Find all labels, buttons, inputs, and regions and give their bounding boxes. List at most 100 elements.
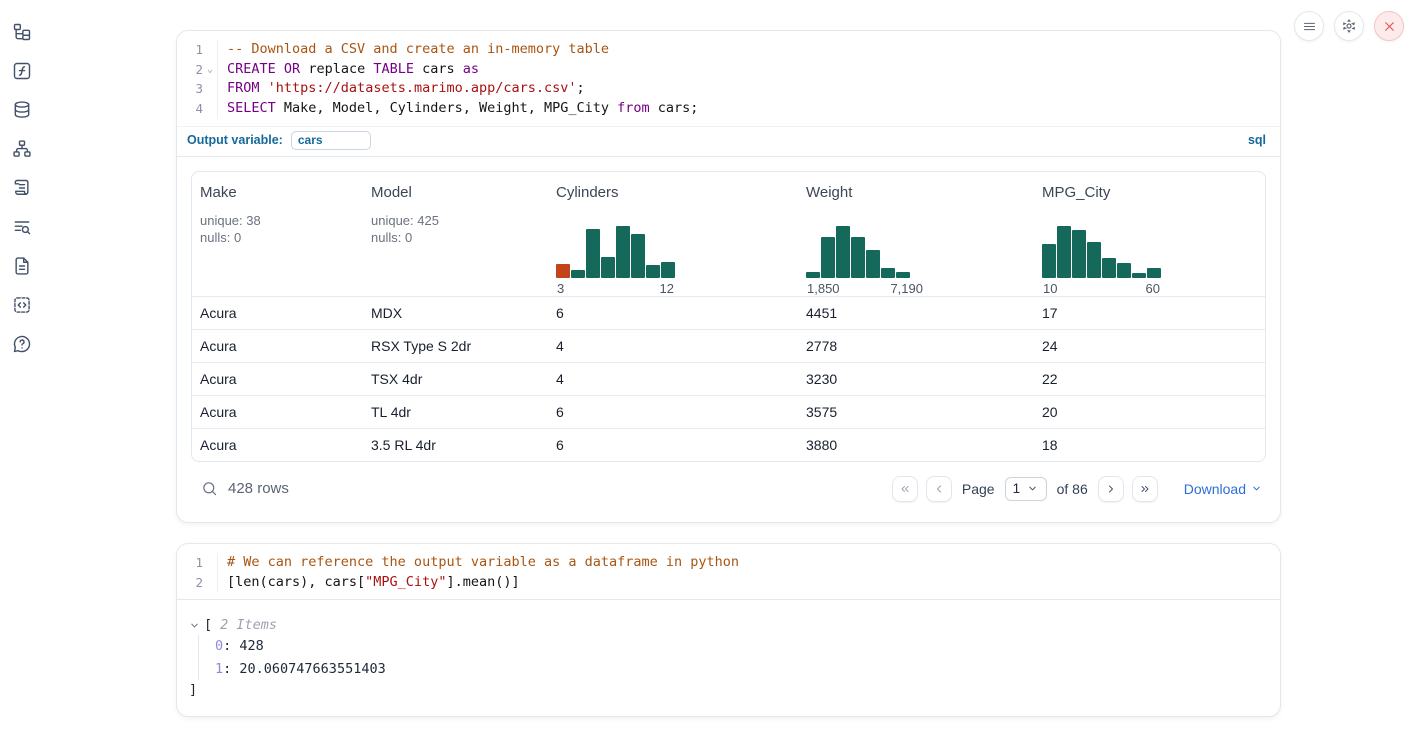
cylinders-histogram[interactable]: 3 12 — [556, 226, 790, 296]
histogram-bar — [1117, 263, 1131, 278]
table-cell: 6 — [548, 404, 798, 420]
shutdown-button[interactable] — [1374, 11, 1404, 41]
column-name: Make — [200, 184, 355, 201]
code-line[interactable]: 2[len(cars), cars["MPG_City"].mean()] — [177, 573, 1280, 593]
previous-page-button[interactable] — [926, 476, 952, 502]
table-cell: 3.5 RL 4dr — [363, 437, 548, 453]
gear-icon — [1341, 18, 1357, 34]
column-header-model[interactable]: Model unique: 425 nulls: 0 — [363, 184, 548, 296]
window-controls — [1294, 11, 1404, 41]
download-button[interactable]: Download — [1184, 481, 1262, 497]
table-cell: 18 — [1034, 437, 1265, 453]
null-count: nulls: 0 — [371, 229, 540, 246]
tree-separator: : — [223, 661, 239, 677]
tree-root[interactable]: [ 2 Items — [189, 615, 1264, 635]
table-row[interactable]: AcuraTSX 4dr4323022 — [192, 362, 1265, 395]
table-cell: MDX — [363, 305, 548, 321]
tree-entry: 1: 20.060747663551403 — [215, 658, 1264, 681]
sidebar-item-scratchpad[interactable] — [10, 176, 34, 200]
last-page-button[interactable] — [1132, 476, 1158, 502]
data-table: Make unique: 38 nulls: 0 Model unique: 4… — [191, 171, 1266, 462]
table-cell: Acura — [192, 338, 363, 354]
sidebar-item-logs[interactable] — [10, 215, 34, 239]
code-line[interactable]: 2⌄CREATE OR replace TABLE cars as — [177, 60, 1280, 80]
table-body: AcuraMDX6445117AcuraRSX Type S 2dr427782… — [192, 296, 1265, 461]
file-tree-icon — [12, 22, 32, 42]
sql-code-editor[interactable]: 1-- Download a CSV and create an in-memo… — [177, 31, 1280, 126]
output-variable-input[interactable] — [291, 131, 371, 150]
tree-entries: 0: 4281: 20.060747663551403 — [198, 635, 1264, 680]
histogram-bar — [1057, 226, 1071, 278]
tree-index: 1 — [215, 661, 223, 677]
column-name: Model — [371, 184, 540, 201]
page-select-value: 1 — [1013, 481, 1021, 496]
table-header: Make unique: 38 nulls: 0 Model unique: 4… — [192, 172, 1265, 296]
mpg-city-histogram[interactable]: 10 60 — [1042, 226, 1257, 296]
axis-max-label: 60 — [1146, 281, 1160, 296]
code-line[interactable]: 1-- Download a CSV and create an in-memo… — [177, 40, 1280, 60]
unique-count: unique: 38 — [200, 212, 355, 229]
settings-button[interactable] — [1334, 11, 1364, 41]
column-header-cylinders[interactable]: Cylinders 3 12 — [548, 184, 798, 296]
sidebar-item-data-sources[interactable] — [10, 98, 34, 122]
code-text: [len(cars), cars["MPG_City"].mean()] — [217, 573, 520, 593]
tree-index: 0 — [215, 638, 223, 654]
code-line[interactable]: 1# We can reference the output variable … — [177, 553, 1280, 573]
sidebar-item-snippets[interactable] — [10, 293, 34, 317]
code-text: CREATE OR replace TABLE cars as — [217, 60, 479, 80]
scroll-icon — [12, 178, 32, 198]
code-text: # We can reference the output variable a… — [217, 553, 739, 573]
column-header-make[interactable]: Make unique: 38 nulls: 0 — [192, 184, 363, 296]
table-cell: 4451 — [798, 305, 1034, 321]
token-comment: -- Download a CSV and create an in-memor… — [227, 41, 609, 57]
table-cell: 4 — [548, 371, 798, 387]
next-page-button[interactable] — [1098, 476, 1124, 502]
column-header-mpg-city[interactable]: MPG_City 10 60 — [1034, 184, 1265, 296]
chevron-left-icon — [933, 483, 945, 495]
first-page-button[interactable] — [892, 476, 918, 502]
table-cell: TL 4dr — [363, 404, 548, 420]
token-str: "MPG_City" — [365, 574, 446, 590]
token-kw: SELECT — [227, 100, 276, 116]
histogram-bar — [601, 257, 615, 278]
code-line[interactable]: 4SELECT Make, Model, Cylinders, Weight, … — [177, 99, 1280, 119]
page-select[interactable]: 1 — [1005, 477, 1047, 501]
chevron-down-icon — [1027, 483, 1038, 494]
database-icon — [12, 100, 32, 120]
token-plain: cars — [414, 61, 463, 77]
code-line[interactable]: 3FROM 'https://datasets.marimo.app/cars.… — [177, 79, 1280, 99]
token-kw: TABLE — [373, 61, 414, 77]
sidebar-item-file-explorer[interactable] — [10, 20, 34, 44]
row-count: 428 rows — [228, 480, 289, 497]
column-header-weight[interactable]: Weight 1,850 7,190 — [798, 184, 1034, 296]
sidebar-item-documentation[interactable] — [10, 254, 34, 278]
network-icon — [12, 139, 32, 159]
weight-histogram[interactable]: 1,850 7,190 — [806, 226, 1026, 296]
table-cell: 22 — [1034, 371, 1265, 387]
code-text: -- Download a CSV and create an in-memor… — [217, 40, 609, 60]
sidebar-item-help[interactable] — [10, 332, 34, 356]
code-text: SELECT Make, Model, Cylinders, Weight, M… — [217, 99, 698, 119]
tree-value: 20.060747663551403 — [239, 661, 385, 677]
table-row[interactable]: AcuraRSX Type S 2dr4277824 — [192, 329, 1265, 362]
python-cell: 1 # We can reference the output variable … — [176, 543, 1281, 717]
sidebar-item-dependency-graph[interactable] — [10, 137, 34, 161]
fold-chevron-icon[interactable]: ⌄ — [203, 60, 217, 80]
menu-button[interactable] — [1294, 11, 1324, 41]
histogram-bar — [1087, 242, 1101, 277]
axis-max-label: 12 — [660, 281, 674, 296]
table-row[interactable]: Acura3.5 RL 4dr6388018 — [192, 428, 1265, 461]
sidebar-item-variables[interactable] — [10, 59, 34, 83]
hamburger-menu-icon — [1302, 19, 1317, 34]
token-kw: CREATE — [227, 61, 276, 77]
sql-cell: 1 -- Download a CSV and create an in-memo… — [176, 30, 1281, 523]
table-row[interactable]: AcuraMDX6445117 — [192, 296, 1265, 329]
histogram-bar — [586, 229, 600, 277]
token-str: 'https://datasets.marimo.app/cars.csv' — [268, 80, 577, 96]
python-code-editor[interactable]: 1# We can reference the output variable … — [177, 544, 1280, 599]
search-icon[interactable] — [201, 480, 218, 497]
table-cell: 20 — [1034, 404, 1265, 420]
table-cell: 3575 — [798, 404, 1034, 420]
table-row[interactable]: AcuraTL 4dr6357520 — [192, 395, 1265, 428]
marimo-app: 1 -- Download a CSV and create an in-memo… — [0, 0, 1408, 729]
